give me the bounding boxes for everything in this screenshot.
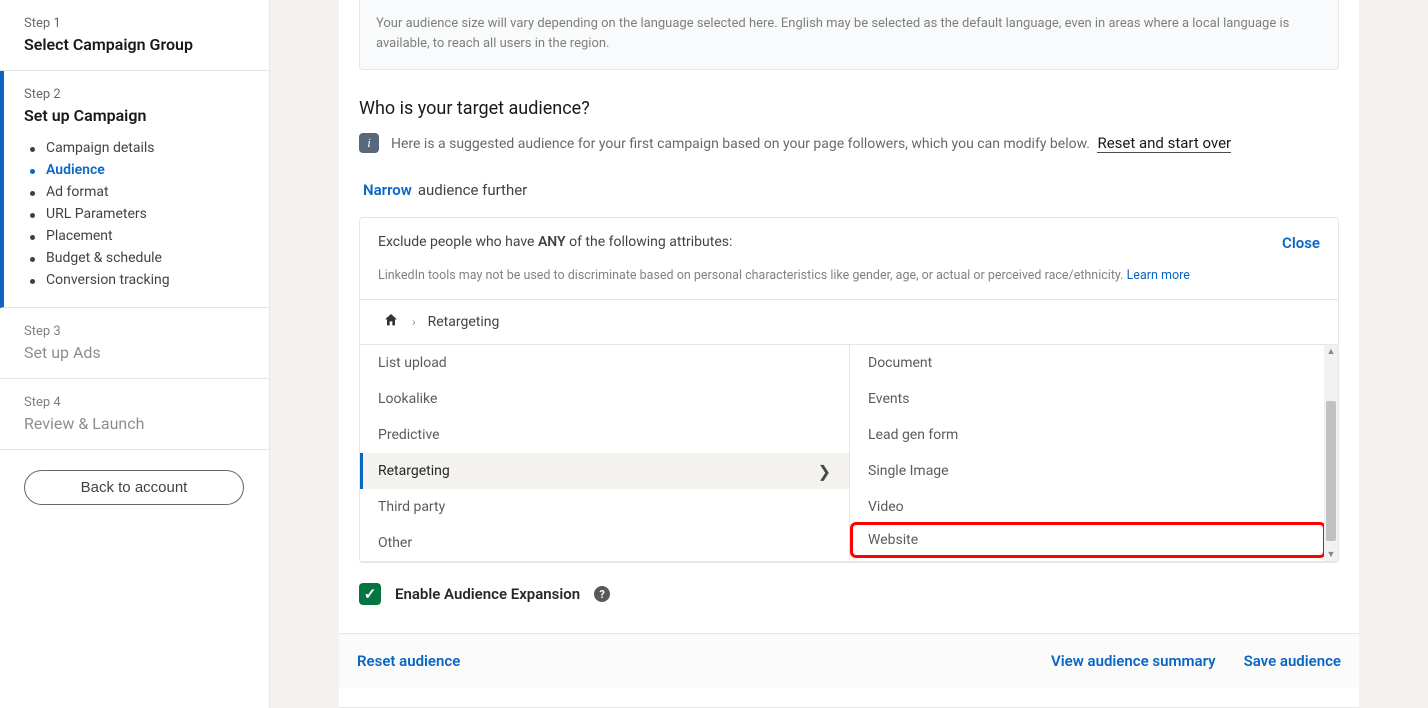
step-1-title: Select Campaign Group: [24, 35, 245, 54]
picker-subitem-video[interactable]: Video: [850, 489, 1326, 525]
learn-more-link[interactable]: Learn more: [1127, 268, 1190, 283]
audience-footer: Reset audience View audience summary Sav…: [339, 633, 1359, 688]
chevron-right-icon: ❯: [818, 462, 831, 481]
step-2-label: Step 2: [24, 87, 245, 102]
back-to-account-button[interactable]: Back to account: [24, 470, 244, 505]
picker-subitem-lead-gen-form[interactable]: Lead gen form: [850, 417, 1326, 453]
substep-ad-format[interactable]: Ad format: [30, 181, 245, 203]
reset-start-over-link[interactable]: Reset and start over: [1097, 134, 1231, 153]
picker-item-other[interactable]: Other: [360, 525, 849, 561]
reset-audience-link[interactable]: Reset audience: [357, 652, 460, 670]
audience-expansion-row: ✓ Enable Audience Expansion ?: [359, 563, 1339, 633]
chevron-right-icon: ›: [412, 315, 416, 329]
scrollbar[interactable]: ▲ ▼: [1324, 345, 1338, 561]
narrow-link[interactable]: Narrow: [363, 181, 412, 199]
picker-subitem-website[interactable]: Website: [850, 522, 1326, 558]
scrollbar-thumb[interactable]: [1326, 401, 1336, 541]
view-audience-summary-link[interactable]: View audience summary: [1051, 652, 1216, 670]
attribute-picker: List upload Lookalike Predictive Retarge…: [360, 345, 1338, 562]
picker-item-lookalike[interactable]: Lookalike: [360, 381, 849, 417]
step-4-title: Review & Launch: [24, 414, 245, 433]
picker-left: List upload Lookalike Predictive Retarge…: [360, 345, 850, 561]
picker-item-third-party[interactable]: Third party: [360, 489, 849, 525]
content-card: Your audience size will vary depending o…: [339, 0, 1359, 708]
home-icon[interactable]: [382, 312, 400, 332]
picker-item-retargeting[interactable]: Retargeting ❯: [360, 453, 849, 489]
language-note: Your audience size will vary depending o…: [359, 0, 1339, 70]
step-4[interactable]: Step 4 Review & Launch: [0, 379, 269, 450]
substep-budget-schedule[interactable]: Budget & schedule: [30, 247, 245, 269]
scroll-up-icon[interactable]: ▲: [1324, 345, 1338, 358]
step-3[interactable]: Step 3 Set up Ads: [0, 308, 269, 379]
exclude-card: Exclude people who have ANY of the follo…: [359, 217, 1339, 563]
substep-audience[interactable]: Audience: [30, 159, 245, 181]
help-icon[interactable]: ?: [594, 586, 610, 602]
step-4-label: Step 4: [24, 395, 245, 410]
exclude-header-text: Exclude people who have ANY of the follo…: [378, 234, 732, 250]
picker-item-list-upload[interactable]: List upload: [360, 345, 849, 381]
substep-placement[interactable]: Placement: [30, 225, 245, 247]
save-audience-link[interactable]: Save audience: [1244, 652, 1341, 670]
picker-subitem-events[interactable]: Events: [850, 381, 1326, 417]
sidebar: Step 1 Select Campaign Group Step 2 Set …: [0, 0, 270, 708]
step-3-title: Set up Ads: [24, 343, 245, 362]
step-2-title: Set up Campaign: [24, 106, 245, 125]
info-row: i Here is a suggested audience for your …: [359, 133, 1339, 153]
picker-subitem-document[interactable]: Document: [850, 345, 1326, 381]
narrow-row: Narrow audience further: [339, 167, 1359, 217]
breadcrumb-current: Retargeting: [428, 314, 500, 330]
expansion-label: Enable Audience Expansion: [395, 585, 580, 603]
substep-campaign-details[interactable]: Campaign details: [30, 137, 245, 159]
step-2[interactable]: Step 2 Set up Campaign Campaign details …: [0, 71, 269, 308]
exclude-disclaimer: LinkedIn tools may not be used to discri…: [360, 258, 1338, 299]
narrow-rest: audience further: [418, 181, 527, 199]
main: Your audience size will vary depending o…: [270, 0, 1428, 708]
expansion-checkbox[interactable]: ✓: [359, 583, 381, 605]
step-1[interactable]: Step 1 Select Campaign Group: [0, 0, 269, 71]
step-2-substeps: Campaign details Audience Ad format URL …: [24, 137, 245, 291]
close-link[interactable]: Close: [1282, 234, 1320, 252]
info-icon: i: [359, 133, 379, 153]
substep-url-parameters[interactable]: URL Parameters: [30, 203, 245, 225]
step-1-label: Step 1: [24, 16, 245, 31]
info-text: Here is a suggested audience for your fi…: [391, 136, 1090, 152]
scroll-down-icon[interactable]: ▼: [1324, 548, 1338, 561]
exclude-breadcrumb: › Retargeting: [360, 299, 1338, 345]
picker-subitem-single-image[interactable]: Single Image: [850, 453, 1326, 489]
audience-heading: Who is your target audience?: [359, 98, 1339, 119]
picker-right: Document Events Lead gen form Single Ima…: [850, 345, 1338, 561]
step-3-label: Step 3: [24, 324, 245, 339]
substep-conversion-tracking[interactable]: Conversion tracking: [30, 269, 245, 291]
picker-item-predictive[interactable]: Predictive: [360, 417, 849, 453]
